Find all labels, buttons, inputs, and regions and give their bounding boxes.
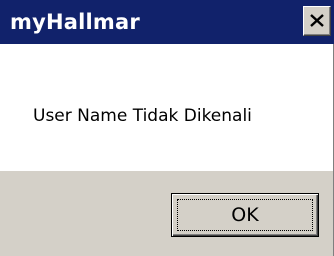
close-button[interactable] [303,6,331,36]
message-dialog: myHallmar User Name Tidak Dikenali OK [0,0,334,256]
window-title: myHallmar [10,10,140,34]
close-icon [310,14,324,27]
dialog-content: User Name Tidak Dikenali [0,44,333,171]
title-bar[interactable]: myHallmar [0,0,334,44]
message-text: User Name Tidak Dikenali [33,106,252,126]
ok-button-label: OK [231,204,259,226]
button-area: OK [0,171,333,256]
ok-button[interactable]: OK [171,193,319,237]
